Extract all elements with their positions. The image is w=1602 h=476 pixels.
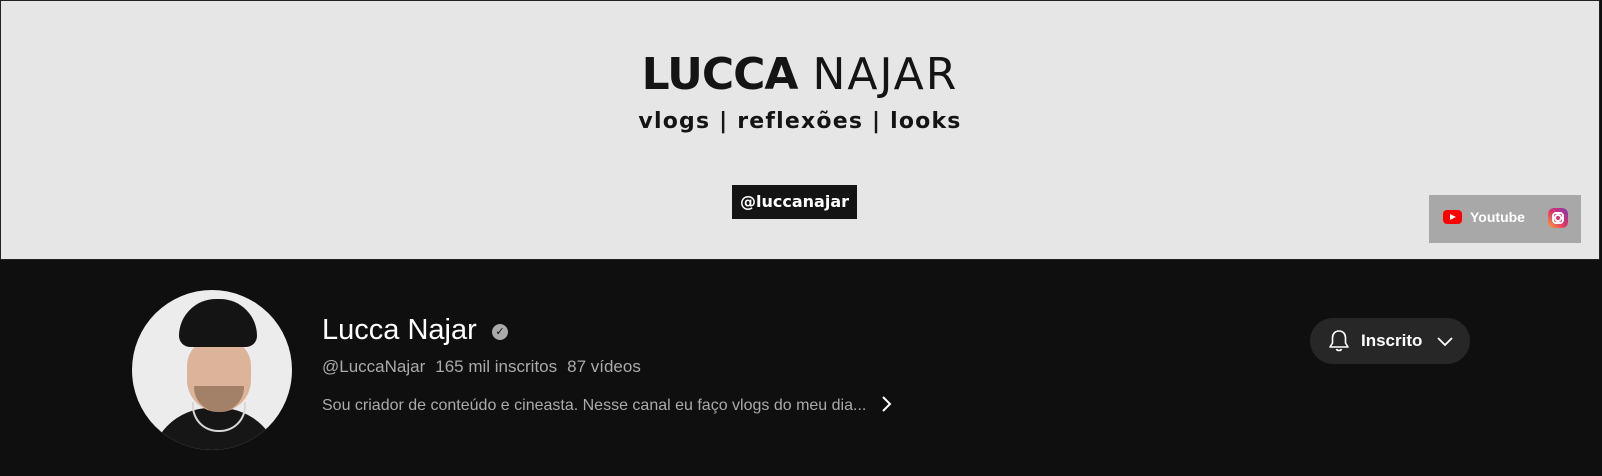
avatar-hat [179,299,257,347]
youtube-link[interactable]: Youtube [1443,209,1525,225]
video-count: 87 vídeos [567,357,641,376]
banner-subtitle: vlogs | reflexões | looks [638,109,962,134]
banner-title-first: LUCCA [641,49,799,100]
chevron-right-icon[interactable] [880,395,892,417]
verified-check-icon: ✓ [492,324,508,340]
banner-handle: @luccanajar [732,185,857,219]
subscribe-button-label: Inscrito [1361,331,1423,350]
instagram-icon[interactable] [1548,208,1568,228]
chevron-down-icon [1436,332,1454,355]
bell-icon [1328,329,1350,358]
banner-links: Youtube [1429,195,1581,243]
banner-title-last: NAJAR [812,49,959,100]
channel-description-text: Sou criador de conteúdo e cineasta. Ness… [322,397,867,414]
channel-meta: @LuccaNajar 165 mil inscritos 87 vídeos [322,356,641,378]
youtube-icon [1443,210,1462,224]
subscriber-count: 165 mil inscritos [435,357,558,376]
channel-handle: @LuccaNajar [322,357,426,376]
channel-description[interactable]: Sou criador de conteúdo e cineasta. Ness… [322,395,892,417]
channel-name: Lucca Najar [322,314,477,346]
avatar[interactable] [132,290,292,450]
youtube-link-label: Youtube [1470,209,1525,225]
banner-title: LUCCA NAJAR [1,49,1599,100]
subscribe-button[interactable]: Inscrito [1310,318,1470,364]
channel-banner: LUCCA NAJAR vlogs | reflexões | looks @l… [0,0,1600,260]
